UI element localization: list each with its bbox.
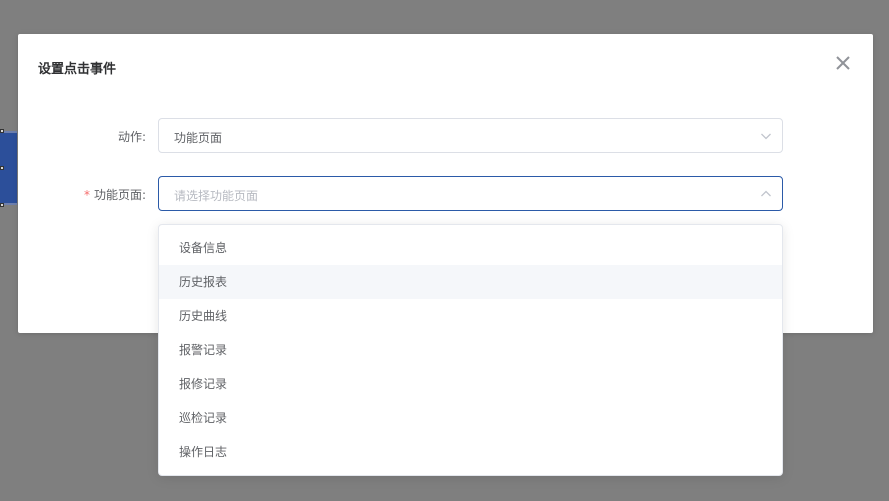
function-page-placeholder: 请选择功能页面: [174, 189, 259, 203]
function-page-label-text: 功能页面:: [93, 188, 146, 202]
resize-handle: [0, 166, 4, 170]
function-page-label: * 功能页面:: [36, 186, 146, 203]
chevron-up-icon: [760, 188, 772, 200]
function-page-select[interactable]: 请选择功能页面: [158, 176, 783, 211]
close-icon[interactable]: [832, 52, 854, 74]
resize-handle: [0, 129, 4, 133]
required-mark: *: [83, 188, 90, 202]
dialog-title: 设置点击事件: [38, 62, 117, 77]
dropdown-option[interactable]: 操作日志: [159, 435, 782, 469]
dropdown-option[interactable]: 巡检记录: [159, 401, 782, 435]
chevron-down-icon: [760, 130, 772, 142]
resize-handle: [0, 203, 4, 207]
dropdown-option[interactable]: 报修记录: [159, 367, 782, 401]
action-label-text: 动作:: [117, 130, 146, 144]
action-select-value: 功能页面: [174, 131, 223, 145]
dropdown-option[interactable]: 历史曲线: [159, 299, 782, 333]
function-page-dropdown: 设备信息 历史报表 历史曲线 报警记录 报修记录 巡检记录 操作日志: [158, 224, 783, 476]
dropdown-option[interactable]: 设备信息: [159, 231, 782, 265]
action-select[interactable]: 功能页面: [158, 118, 783, 153]
action-label: 动作:: [36, 128, 146, 145]
dropdown-option[interactable]: 报警记录: [159, 333, 782, 367]
dropdown-option[interactable]: 历史报表: [159, 265, 782, 299]
